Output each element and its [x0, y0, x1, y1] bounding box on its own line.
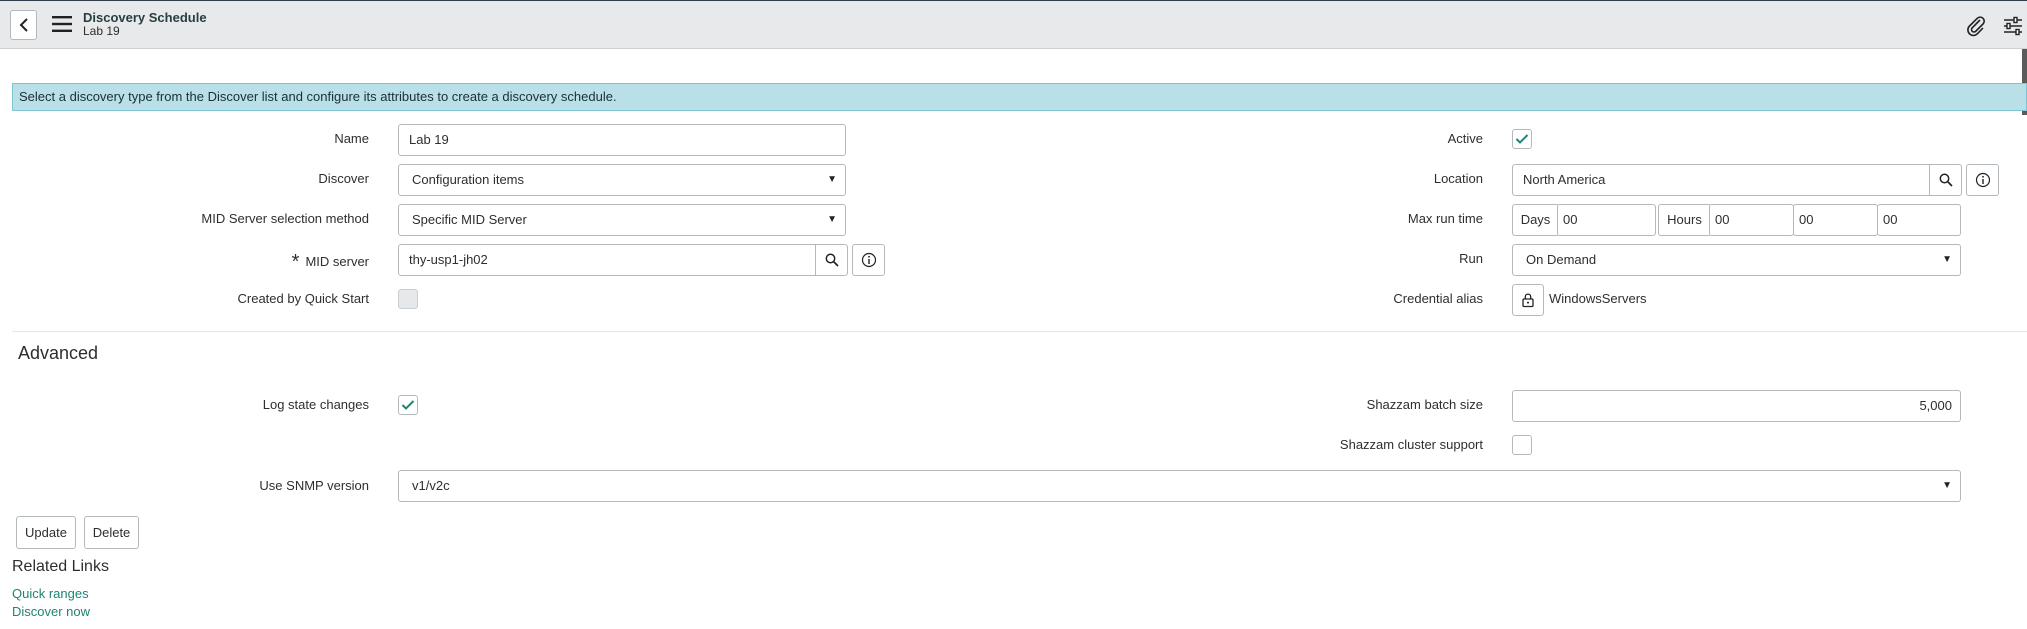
lock-icon: [1522, 293, 1534, 308]
section-divider: [12, 331, 2027, 332]
paperclip-icon[interactable]: [1965, 15, 1987, 37]
run-value: On Demand: [1526, 252, 1597, 267]
checkmark-icon: [401, 400, 415, 410]
dropdown-arrow-icon: ▼: [1942, 254, 1952, 265]
search-icon: [825, 253, 839, 267]
mid-server-input[interactable]: thy-usp1-jh02: [398, 244, 816, 276]
credential-alias-label: Credential alias: [1393, 291, 1483, 306]
related-links-title: Related Links: [12, 558, 109, 575]
sliders-icon[interactable]: [2002, 15, 2024, 37]
credential-alias-value[interactable]: WindowsServers: [1549, 291, 1647, 306]
info-message: Select a discovery type from the Discove…: [12, 83, 2027, 111]
delete-button[interactable]: Delete: [84, 516, 139, 549]
run-select[interactable]: On Demand ▼: [1512, 244, 1961, 276]
discover-label: Discover: [318, 171, 369, 186]
location-input[interactable]: North America: [1512, 164, 1930, 196]
discover-select[interactable]: Configuration items ▼: [398, 164, 846, 196]
shazzam-cluster-support-label: Shazzam cluster support: [1339, 437, 1483, 452]
snmp-version-label: Use SNMP version: [259, 478, 369, 493]
hours-label: Hours: [1658, 204, 1710, 236]
form-header: Discovery Schedule Lab 19: [0, 0, 2027, 49]
quick-ranges-link[interactable]: Quick ranges: [12, 586, 89, 601]
shazzam-batch-size-label: Shazzam batch size: [1366, 397, 1483, 412]
info-icon: [861, 252, 876, 268]
name-label: Name: [334, 131, 369, 146]
days-label: Days: [1512, 204, 1558, 236]
info-icon: [1975, 172, 1990, 188]
mid-selection-label: MID Server selection method: [201, 211, 369, 226]
shazzam-batch-size-input[interactable]: 5,000: [1512, 390, 1961, 422]
log-state-changes-checkbox[interactable]: [398, 395, 418, 415]
search-icon: [1939, 173, 1953, 187]
max-run-time-label: Max run time: [1407, 211, 1483, 226]
location-preview-button[interactable]: [1966, 164, 1999, 196]
discover-value: Configuration items: [412, 172, 524, 187]
minutes-input[interactable]: 00: [1793, 204, 1878, 236]
created-by-quick-start-checkbox: [398, 289, 418, 309]
shazzam-cluster-support-checkbox[interactable]: [1512, 435, 1532, 455]
dropdown-arrow-icon: ▼: [827, 214, 837, 225]
active-label: Active: [1447, 131, 1483, 146]
run-label: Run: [1459, 251, 1483, 266]
update-button[interactable]: Update: [16, 516, 76, 549]
dropdown-arrow-icon: ▼: [1942, 480, 1952, 491]
credential-alias-lock-button[interactable]: [1512, 284, 1544, 316]
checkmark-icon: [1515, 134, 1529, 144]
days-input[interactable]: 00: [1557, 204, 1656, 236]
required-icon: *: [291, 251, 300, 273]
back-button[interactable]: [10, 10, 37, 40]
page-title: Discovery Schedule: [83, 10, 207, 25]
created-by-quick-start-label: Created by Quick Start: [237, 291, 370, 306]
location-label: Location: [1433, 171, 1483, 186]
snmp-version-select[interactable]: v1/v2c ▼: [398, 470, 1961, 502]
mid-selection-value: Specific MID Server: [412, 212, 527, 227]
advanced-section-title: Advanced: [18, 343, 99, 363]
mid-selection-select[interactable]: Specific MID Server ▼: [398, 204, 846, 236]
active-checkbox[interactable]: [1512, 129, 1532, 149]
discover-now-link[interactable]: Discover now: [12, 604, 90, 619]
chevron-left-icon: [19, 18, 28, 32]
dropdown-arrow-icon: ▼: [827, 174, 837, 185]
mid-server-lookup-button[interactable]: [815, 244, 848, 276]
mid-server-preview-button[interactable]: [852, 244, 885, 276]
hamburger-menu-icon[interactable]: [52, 15, 72, 33]
snmp-version-value: v1/v2c: [412, 478, 450, 493]
log-state-changes-label: Log state changes: [262, 397, 369, 412]
record-name: Lab 19: [83, 24, 120, 38]
location-lookup-button[interactable]: [1929, 164, 1962, 196]
name-input[interactable]: Lab 19: [398, 124, 846, 156]
mid-server-label: * MID server: [291, 251, 369, 273]
hours-input[interactable]: 00: [1709, 204, 1794, 236]
seconds-input[interactable]: 00: [1877, 204, 1961, 236]
